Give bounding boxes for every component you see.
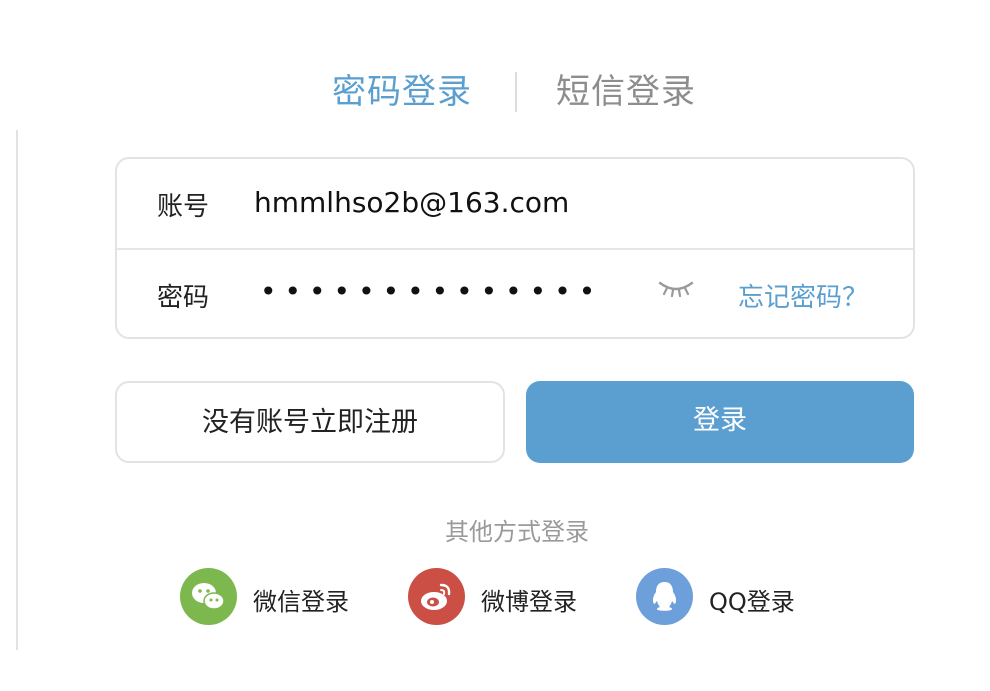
account-label: 账号 <box>157 192 210 222</box>
eye-closed-icon[interactable] <box>658 278 694 300</box>
password-label: 密码 <box>157 283 210 313</box>
other-login-title: 其他方式登录 <box>445 518 589 546</box>
wechat-login-label: 微信登录 <box>253 588 349 616</box>
account-row: 账号 hmmlhso2b@163.com <box>117 159 913 250</box>
qq-login-label: QQ登录 <box>709 588 795 616</box>
weibo-icon <box>408 568 465 625</box>
register-button[interactable]: 没有账号立即注册 <box>115 381 505 463</box>
tab-separator <box>515 72 517 112</box>
forgot-password-link[interactable]: 忘记密码？ <box>738 277 868 314</box>
tab-password-login[interactable]: 密码登录 <box>332 64 472 120</box>
password-input[interactable]: •••••••••••••• <box>260 275 603 308</box>
left-divider <box>16 130 18 650</box>
wechat-icon <box>180 568 237 625</box>
password-row: 密码 •••••••••••••• 忘记密码？ <box>117 248 913 337</box>
login-form: 账号 hmmlhso2b@163.com 密码 •••••••••••••• 忘… <box>115 157 915 339</box>
tab-sms-login[interactable]: 短信登录 <box>556 64 696 120</box>
account-input[interactable]: hmmlhso2b@163.com <box>254 186 569 219</box>
login-button[interactable]: 登录 <box>526 381 914 463</box>
weibo-login-label: 微博登录 <box>481 588 577 616</box>
login-tabs: 密码登录 短信登录 <box>0 64 990 120</box>
qq-penguin-icon <box>636 568 693 625</box>
